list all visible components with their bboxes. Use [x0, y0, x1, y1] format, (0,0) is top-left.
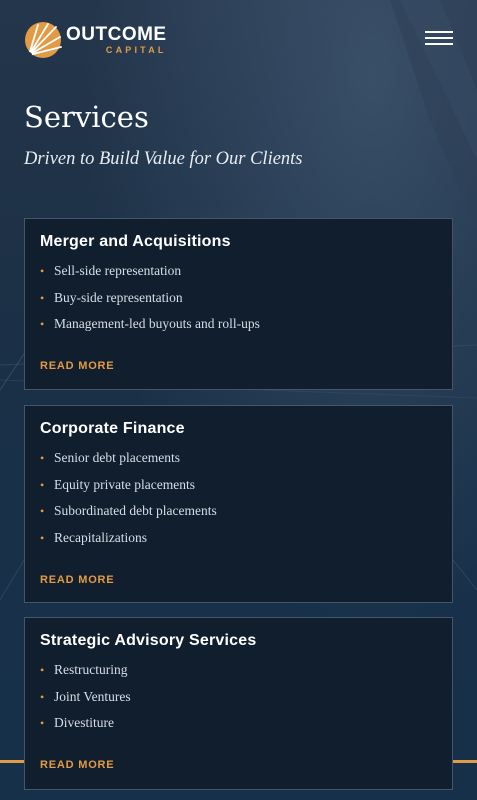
menu-bar [425, 43, 453, 45]
sunburst-logo-icon [25, 22, 62, 58]
page-title: Services [24, 100, 149, 134]
list-item: • Management-led buyouts and roll-ups [40, 316, 260, 343]
list-item-text: Subordinated debt placements [54, 503, 217, 519]
service-list: • Sell-side representation • Buy-side repr… [40, 263, 260, 343]
read-more-link[interactable]: READ MORE [40, 574, 114, 586]
logo[interactable]: OUTCOME CAPITAL [24, 21, 167, 59]
list-item-text: Management-led buyouts and roll-ups [54, 316, 260, 332]
service-card-corporate-finance: Corporate Finance • Senior debt placement… [24, 405, 453, 603]
bullet-icon: • [40, 663, 45, 677]
list-item: • Subordinated debt placements [40, 503, 217, 530]
bullet-icon: • [40, 451, 45, 465]
read-more-link[interactable]: READ MORE [40, 759, 114, 771]
card-title: Merger and Acquisitions [40, 233, 231, 250]
list-item: • Divestiture [40, 715, 131, 742]
service-list: • Senior debt placements • Equity private … [40, 450, 217, 556]
list-item-text: Senior debt placements [54, 450, 180, 465]
bullet-icon: • [40, 689, 45, 704]
bullet-icon: • [40, 504, 45, 519]
bullet-icon: • [40, 530, 45, 545]
list-item: • Restructuring [40, 662, 131, 689]
list-item: • Senior debt placements [40, 450, 217, 477]
service-list: • Restructuring • Joint Ventures • Divestit… [40, 662, 131, 742]
menu-bar [425, 37, 453, 39]
service-card-merger-acquisitions: Merger and Acquisitions • Sell-side repre… [24, 218, 453, 390]
hamburger-menu-icon[interactable] [425, 31, 453, 45]
card-title: Corporate Finance [40, 420, 185, 437]
list-item: • Joint Ventures [40, 689, 131, 716]
bullet-icon: • [40, 290, 45, 305]
list-item-text: Recapitalizations [54, 529, 147, 545]
list-item: • Buy-side representation [40, 290, 260, 317]
card-title: Strategic Advisory Services [40, 632, 257, 649]
list-item-text: Restructuring [54, 662, 128, 677]
list-item-text: Divestiture [54, 715, 114, 731]
list-item-text: Joint Ventures [54, 688, 131, 704]
bullet-icon: • [40, 716, 45, 731]
page-subtitle: Driven to Build Value for Our Clients [24, 149, 303, 169]
list-item: • Recapitalizations [40, 530, 217, 557]
logo-name-primary: OUTCOME [66, 24, 167, 45]
menu-bar [425, 31, 453, 33]
service-card-strategic-advisory: Strategic Advisory Services • Restructuri… [24, 617, 453, 790]
read-more-link[interactable]: READ MORE [40, 360, 114, 372]
bullet-icon: • [40, 317, 45, 332]
list-item: • Sell-side representation [40, 263, 260, 290]
logo-wordmark: OUTCOME CAPITAL [66, 25, 167, 55]
list-item-text: Equity private placements [54, 476, 195, 492]
site-header: OUTCOME CAPITAL [0, 0, 477, 80]
bullet-icon: • [40, 477, 45, 492]
bullet-icon: • [40, 264, 45, 278]
list-item: • Equity private placements [40, 477, 217, 504]
logo-name-secondary: CAPITAL [105, 45, 167, 55]
list-item-text: Sell-side representation [54, 263, 182, 278]
list-item-text: Buy-side representation [54, 289, 183, 305]
